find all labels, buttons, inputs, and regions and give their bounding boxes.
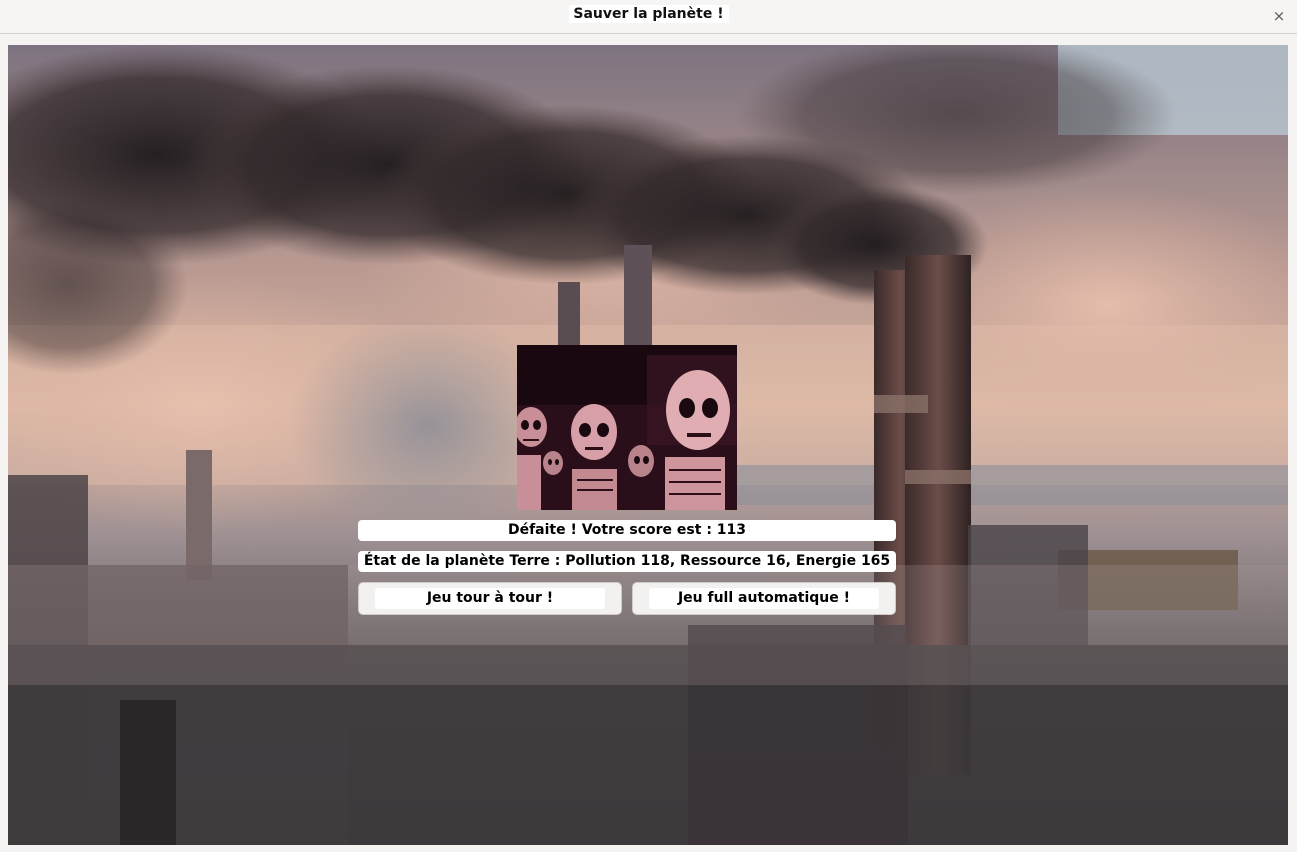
- window-titlebar: Sauver la planète ! ×: [0, 0, 1297, 34]
- skeletons-image: [517, 345, 737, 510]
- close-icon[interactable]: ×: [1271, 7, 1287, 25]
- full-auto-game-button[interactable]: Jeu full automatique !: [632, 582, 896, 615]
- full-auto-game-label: Jeu full automatique !: [649, 588, 879, 609]
- turn-based-game-button[interactable]: Jeu tour à tour !: [358, 582, 622, 615]
- defeat-score-label: Défaite ! Votre score est : 113: [358, 520, 896, 541]
- skeletons-illustration: [517, 345, 737, 510]
- planet-state-label: État de la planète Terre : Pollution 118…: [358, 551, 896, 572]
- turn-based-game-label: Jeu tour à tour !: [375, 588, 605, 609]
- pollution-background-image: Défaite ! Votre score est : 113 État de …: [8, 45, 1288, 845]
- window-title: Sauver la planète !: [568, 5, 729, 23]
